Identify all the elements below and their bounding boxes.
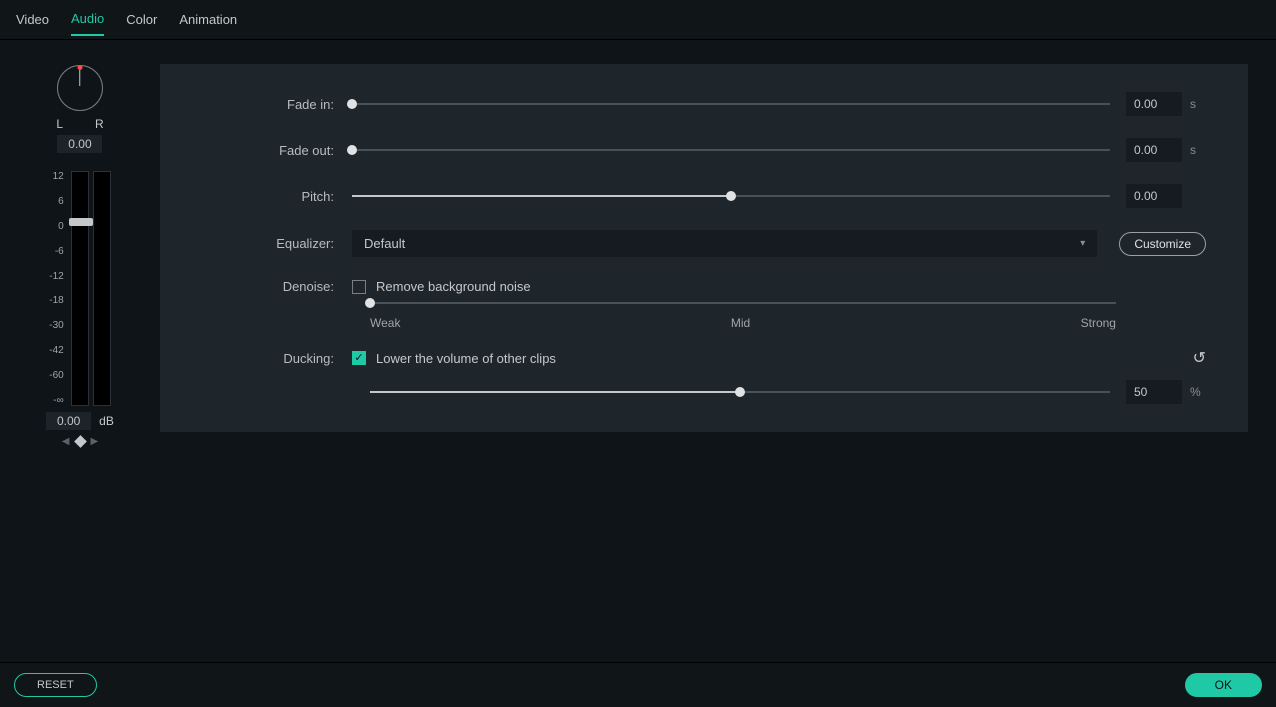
add-keyframe-icon[interactable]: [74, 435, 87, 448]
tab-color[interactable]: Color: [126, 12, 157, 35]
denoise-strong-label: Strong: [1081, 316, 1116, 330]
volume-meter-right: [93, 171, 111, 406]
ducking-slider[interactable]: [370, 385, 1110, 399]
denoise-mid-label: Mid: [731, 316, 750, 330]
pan-left-label: L: [56, 117, 63, 131]
fade-out-label: Fade out:: [202, 143, 352, 158]
fade-out-unit: s: [1190, 143, 1206, 157]
denoise-checkbox[interactable]: [352, 280, 366, 294]
equalizer-select[interactable]: Default ▾: [352, 230, 1097, 257]
chevron-down-icon: ▾: [1080, 238, 1085, 249]
denoise-label: Denoise:: [202, 279, 352, 294]
denoise-checkbox-label: Remove background noise: [376, 279, 531, 294]
top-tabs: Video Audio Color Animation: [0, 0, 1276, 40]
denoise-weak-label: Weak: [370, 316, 400, 330]
pitch-label: Pitch:: [202, 189, 352, 204]
ok-button[interactable]: OK: [1185, 673, 1262, 697]
fade-in-label: Fade in:: [202, 97, 352, 112]
tab-audio[interactable]: Audio: [71, 11, 104, 36]
audio-meter-panel: L R 12 6 0 -6 -12 -18 -30 -42 -60 -∞: [0, 40, 160, 662]
pan-knob[interactable]: [57, 65, 103, 111]
pan-right-label: R: [95, 117, 104, 131]
tab-animation[interactable]: Animation: [179, 12, 237, 35]
meter-scale: 12 6 0 -6 -12 -18 -30 -42 -60 -∞: [49, 171, 66, 406]
pitch-input[interactable]: [1126, 184, 1182, 208]
next-keyframe-icon[interactable]: ▶: [91, 436, 99, 447]
denoise-slider[interactable]: [370, 296, 1116, 310]
ducking-checkbox[interactable]: ✓: [352, 351, 366, 365]
ducking-input[interactable]: [1126, 380, 1182, 404]
pan-value-input[interactable]: [57, 135, 102, 153]
fade-in-input[interactable]: [1126, 92, 1182, 116]
reset-ducking-icon[interactable]: ↺: [1193, 348, 1206, 368]
footer-bar: RESET OK: [0, 662, 1276, 707]
pitch-slider[interactable]: [352, 189, 1110, 203]
fade-in-slider[interactable]: [352, 97, 1110, 111]
reset-button[interactable]: RESET: [14, 673, 97, 697]
equalizer-label: Equalizer:: [202, 236, 352, 251]
customize-button[interactable]: Customize: [1119, 232, 1206, 256]
prev-keyframe-icon[interactable]: ◀: [62, 436, 70, 447]
volume-fader-left[interactable]: [71, 171, 89, 406]
ducking-label: Ducking:: [202, 351, 352, 366]
fade-out-input[interactable]: [1126, 138, 1182, 162]
fade-out-slider[interactable]: [352, 143, 1110, 157]
audio-settings-panel: Fade in: s Fade out: s Pitch:: [160, 64, 1248, 432]
gain-value-input[interactable]: [46, 412, 91, 430]
ducking-checkbox-label: Lower the volume of other clips: [376, 351, 556, 366]
fade-in-unit: s: [1190, 97, 1206, 111]
tab-video[interactable]: Video: [16, 12, 49, 35]
ducking-unit: %: [1190, 385, 1206, 399]
fader-thumb[interactable]: [69, 218, 93, 226]
gain-unit: dB: [99, 414, 114, 428]
